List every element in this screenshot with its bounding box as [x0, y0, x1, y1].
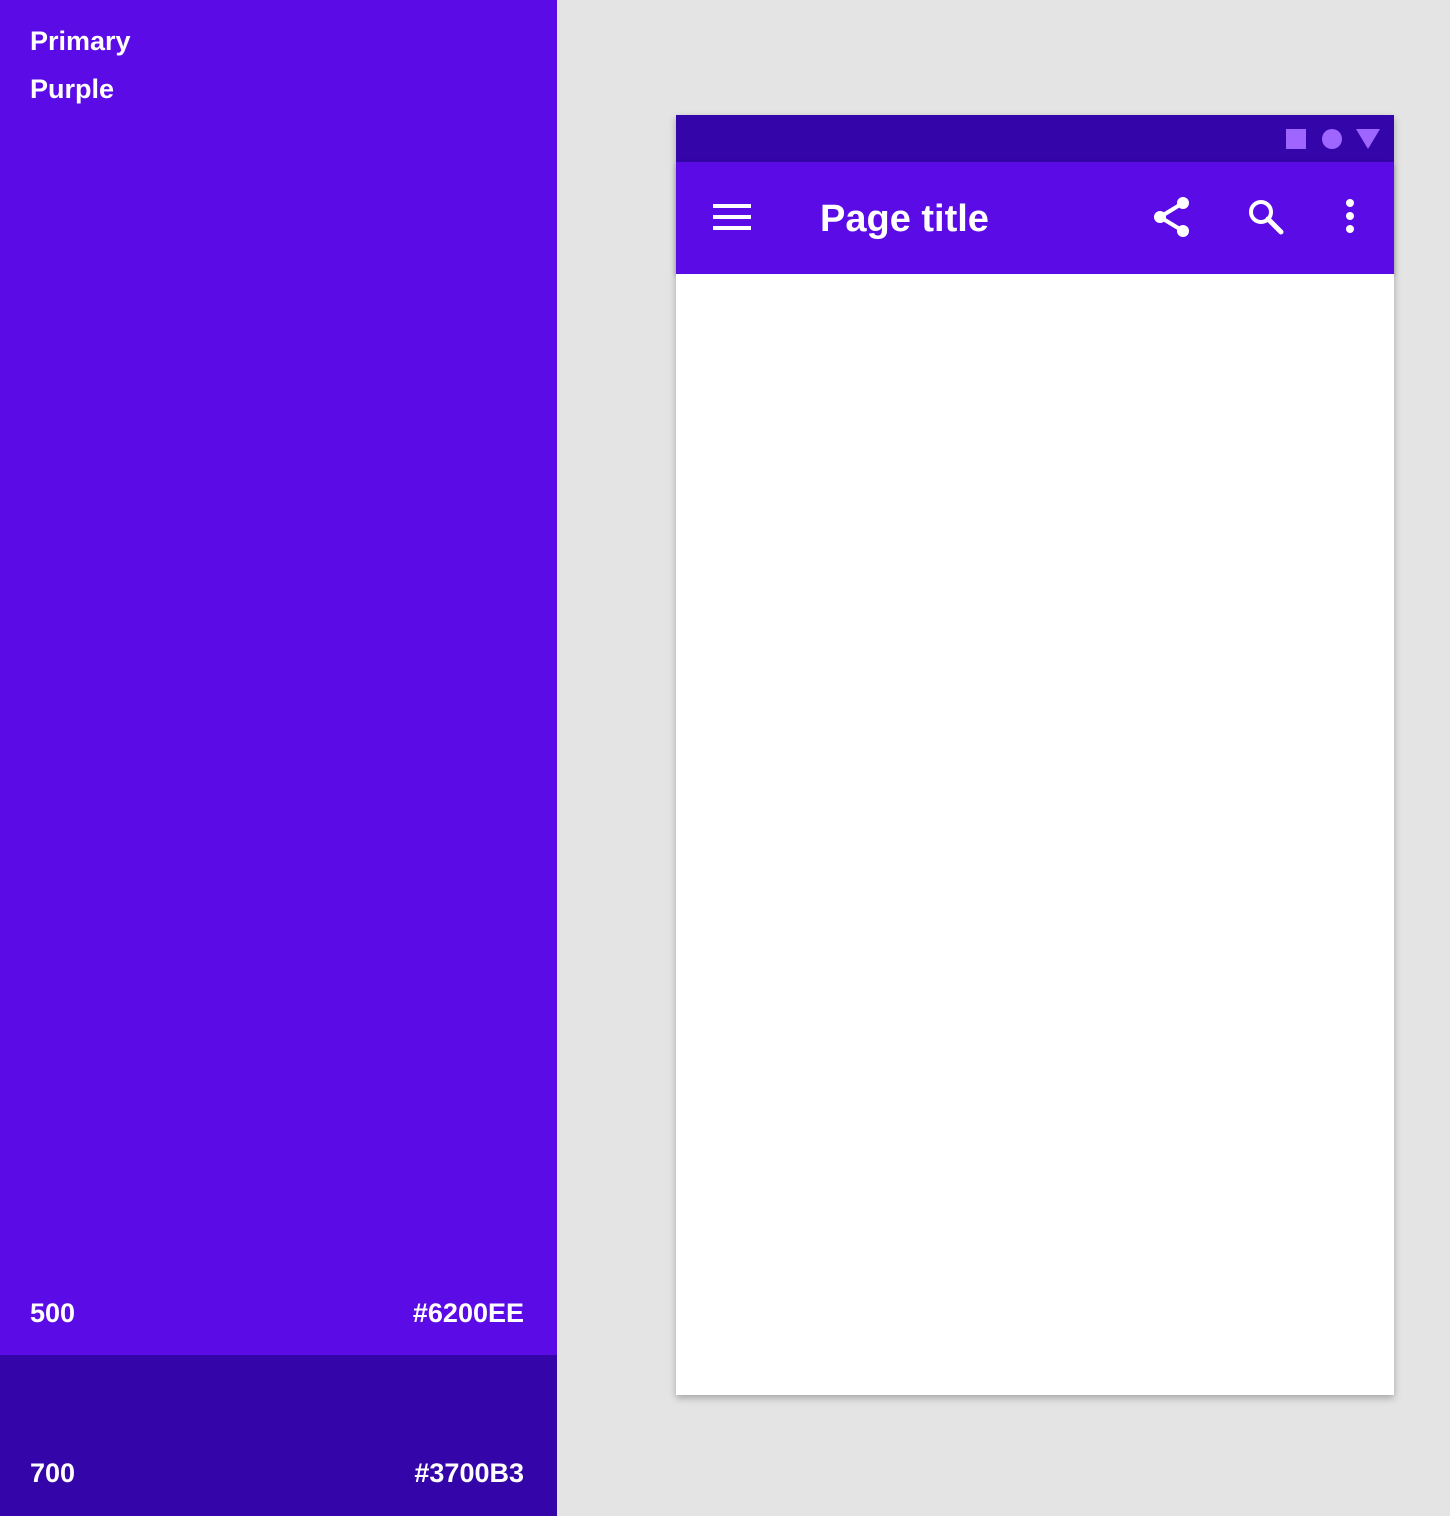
menu-icon	[713, 204, 751, 230]
more-vert-icon	[1346, 199, 1354, 233]
swatch-shade-label: 700	[30, 1458, 76, 1488]
swatch-color-name: Purple	[30, 74, 115, 104]
status-icons	[1286, 129, 1380, 149]
status-bar	[676, 115, 1394, 162]
swatch-hex-label: #6200EE	[412, 1298, 524, 1328]
swatch-shade-label: 500	[30, 1298, 76, 1328]
triangle-icon	[1356, 129, 1380, 149]
swatch-title: Primary	[30, 26, 131, 56]
menu-button[interactable]	[706, 191, 758, 243]
color-palette: Primary Purple 500 #6200EE 700 #3700B3	[0, 0, 557, 1516]
square-icon	[1286, 129, 1306, 149]
search-button[interactable]	[1240, 191, 1292, 243]
swatch-primary-700: 700 #3700B3	[0, 1355, 557, 1516]
search-icon	[1249, 200, 1284, 235]
share-icon	[1154, 197, 1189, 237]
swatch-hex-label: #3700B3	[414, 1458, 524, 1488]
page-title: Page title	[820, 198, 989, 240]
swatch-primary-500: Primary Purple 500 #6200EE	[0, 0, 557, 1355]
phone-mockup: Page title	[676, 115, 1394, 1395]
more-options-button[interactable]	[1324, 191, 1376, 243]
circle-icon	[1322, 129, 1342, 149]
share-button[interactable]	[1146, 191, 1198, 243]
top-app-bar: Page title	[676, 162, 1394, 274]
content-area	[676, 274, 1394, 1395]
